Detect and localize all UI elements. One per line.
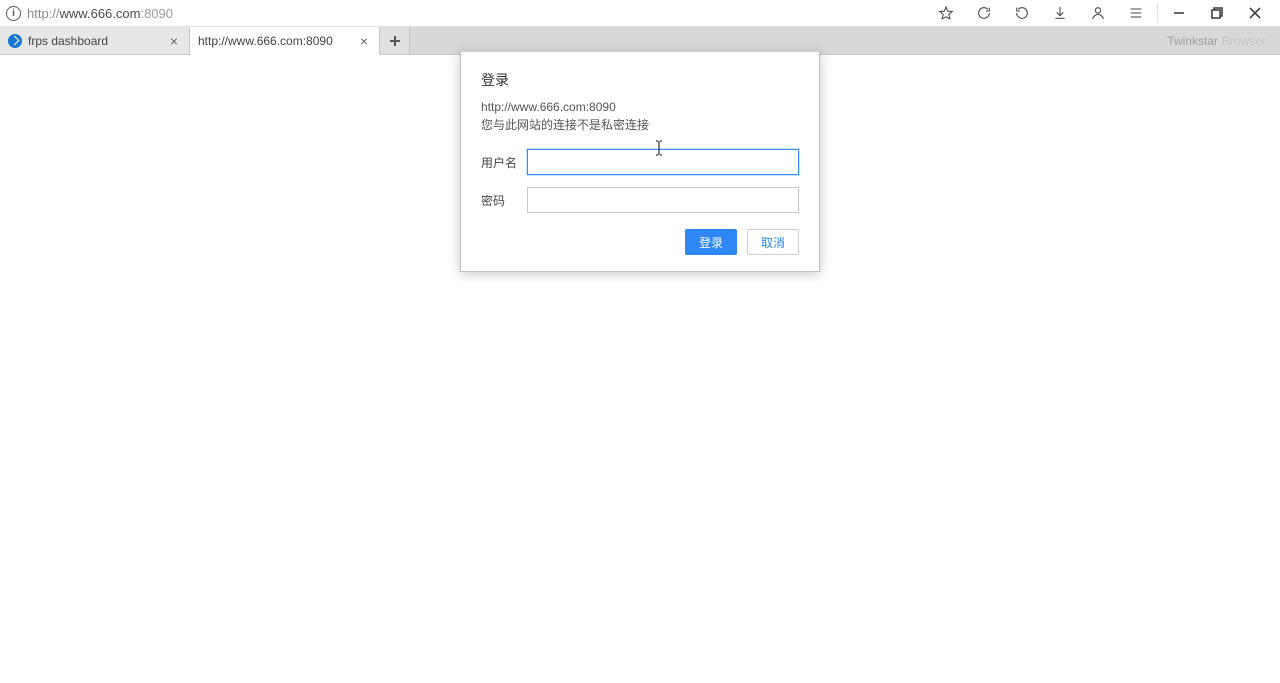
browser-brand: Twinkstar Browser — [1167, 27, 1266, 54]
dialog-warning: 您与此网站的连接不是私密连接 — [481, 116, 799, 133]
close-tab-icon[interactable]: × — [167, 34, 181, 48]
tab-frps-dashboard[interactable]: frps dashboard × — [0, 27, 190, 54]
password-input[interactable] — [527, 187, 799, 213]
account-icon[interactable] — [1079, 0, 1117, 27]
menu-icon[interactable] — [1117, 0, 1155, 27]
cancel-button[interactable]: 取消 — [747, 229, 799, 255]
site-info-icon[interactable]: i — [6, 6, 21, 21]
url-host: www.666.com — [60, 6, 141, 21]
tab-title: frps dashboard — [28, 34, 161, 48]
new-tab-button[interactable] — [380, 27, 410, 54]
toolbar-separator — [1157, 4, 1158, 22]
dialog-origin: http://www.666.com:8090 — [481, 100, 799, 114]
tab-title: http://www.666.com:8090 — [198, 34, 351, 48]
username-input[interactable] — [527, 149, 799, 175]
downloads-icon[interactable] — [1041, 0, 1079, 27]
username-row: 用户名 — [481, 149, 799, 175]
history-icon[interactable] — [1003, 0, 1041, 27]
username-label: 用户名 — [481, 154, 517, 171]
window-maximize-button[interactable] — [1198, 0, 1236, 27]
tab-current[interactable]: http://www.666.com:8090 × — [190, 27, 380, 55]
address-bar[interactable]: i http://www.666.com:8090 — [6, 0, 927, 26]
window-close-button[interactable] — [1236, 0, 1274, 27]
auth-dialog: 登录 http://www.666.com:8090 您与此网站的连接不是私密连… — [460, 51, 820, 272]
bookmark-icon[interactable] — [927, 0, 965, 27]
dialog-actions: 登录 取消 — [481, 229, 799, 255]
favicon-icon — [8, 34, 22, 48]
login-button[interactable]: 登录 — [685, 229, 737, 255]
close-tab-icon[interactable]: × — [357, 34, 371, 48]
url-scheme: http:// — [27, 6, 60, 21]
brand-suffix: Browser — [1222, 34, 1266, 48]
password-label: 密码 — [481, 192, 517, 209]
toolbar-actions — [927, 0, 1274, 27]
window-minimize-button[interactable] — [1160, 0, 1198, 27]
toolbar: i http://www.666.com:8090 — [0, 0, 1280, 27]
brand-name: Twinkstar — [1167, 34, 1218, 48]
reload-icon[interactable] — [965, 0, 1003, 27]
dialog-title: 登录 — [481, 70, 799, 90]
url-port: :8090 — [140, 6, 173, 21]
url-text: http://www.666.com:8090 — [27, 6, 173, 21]
password-row: 密码 — [481, 187, 799, 213]
